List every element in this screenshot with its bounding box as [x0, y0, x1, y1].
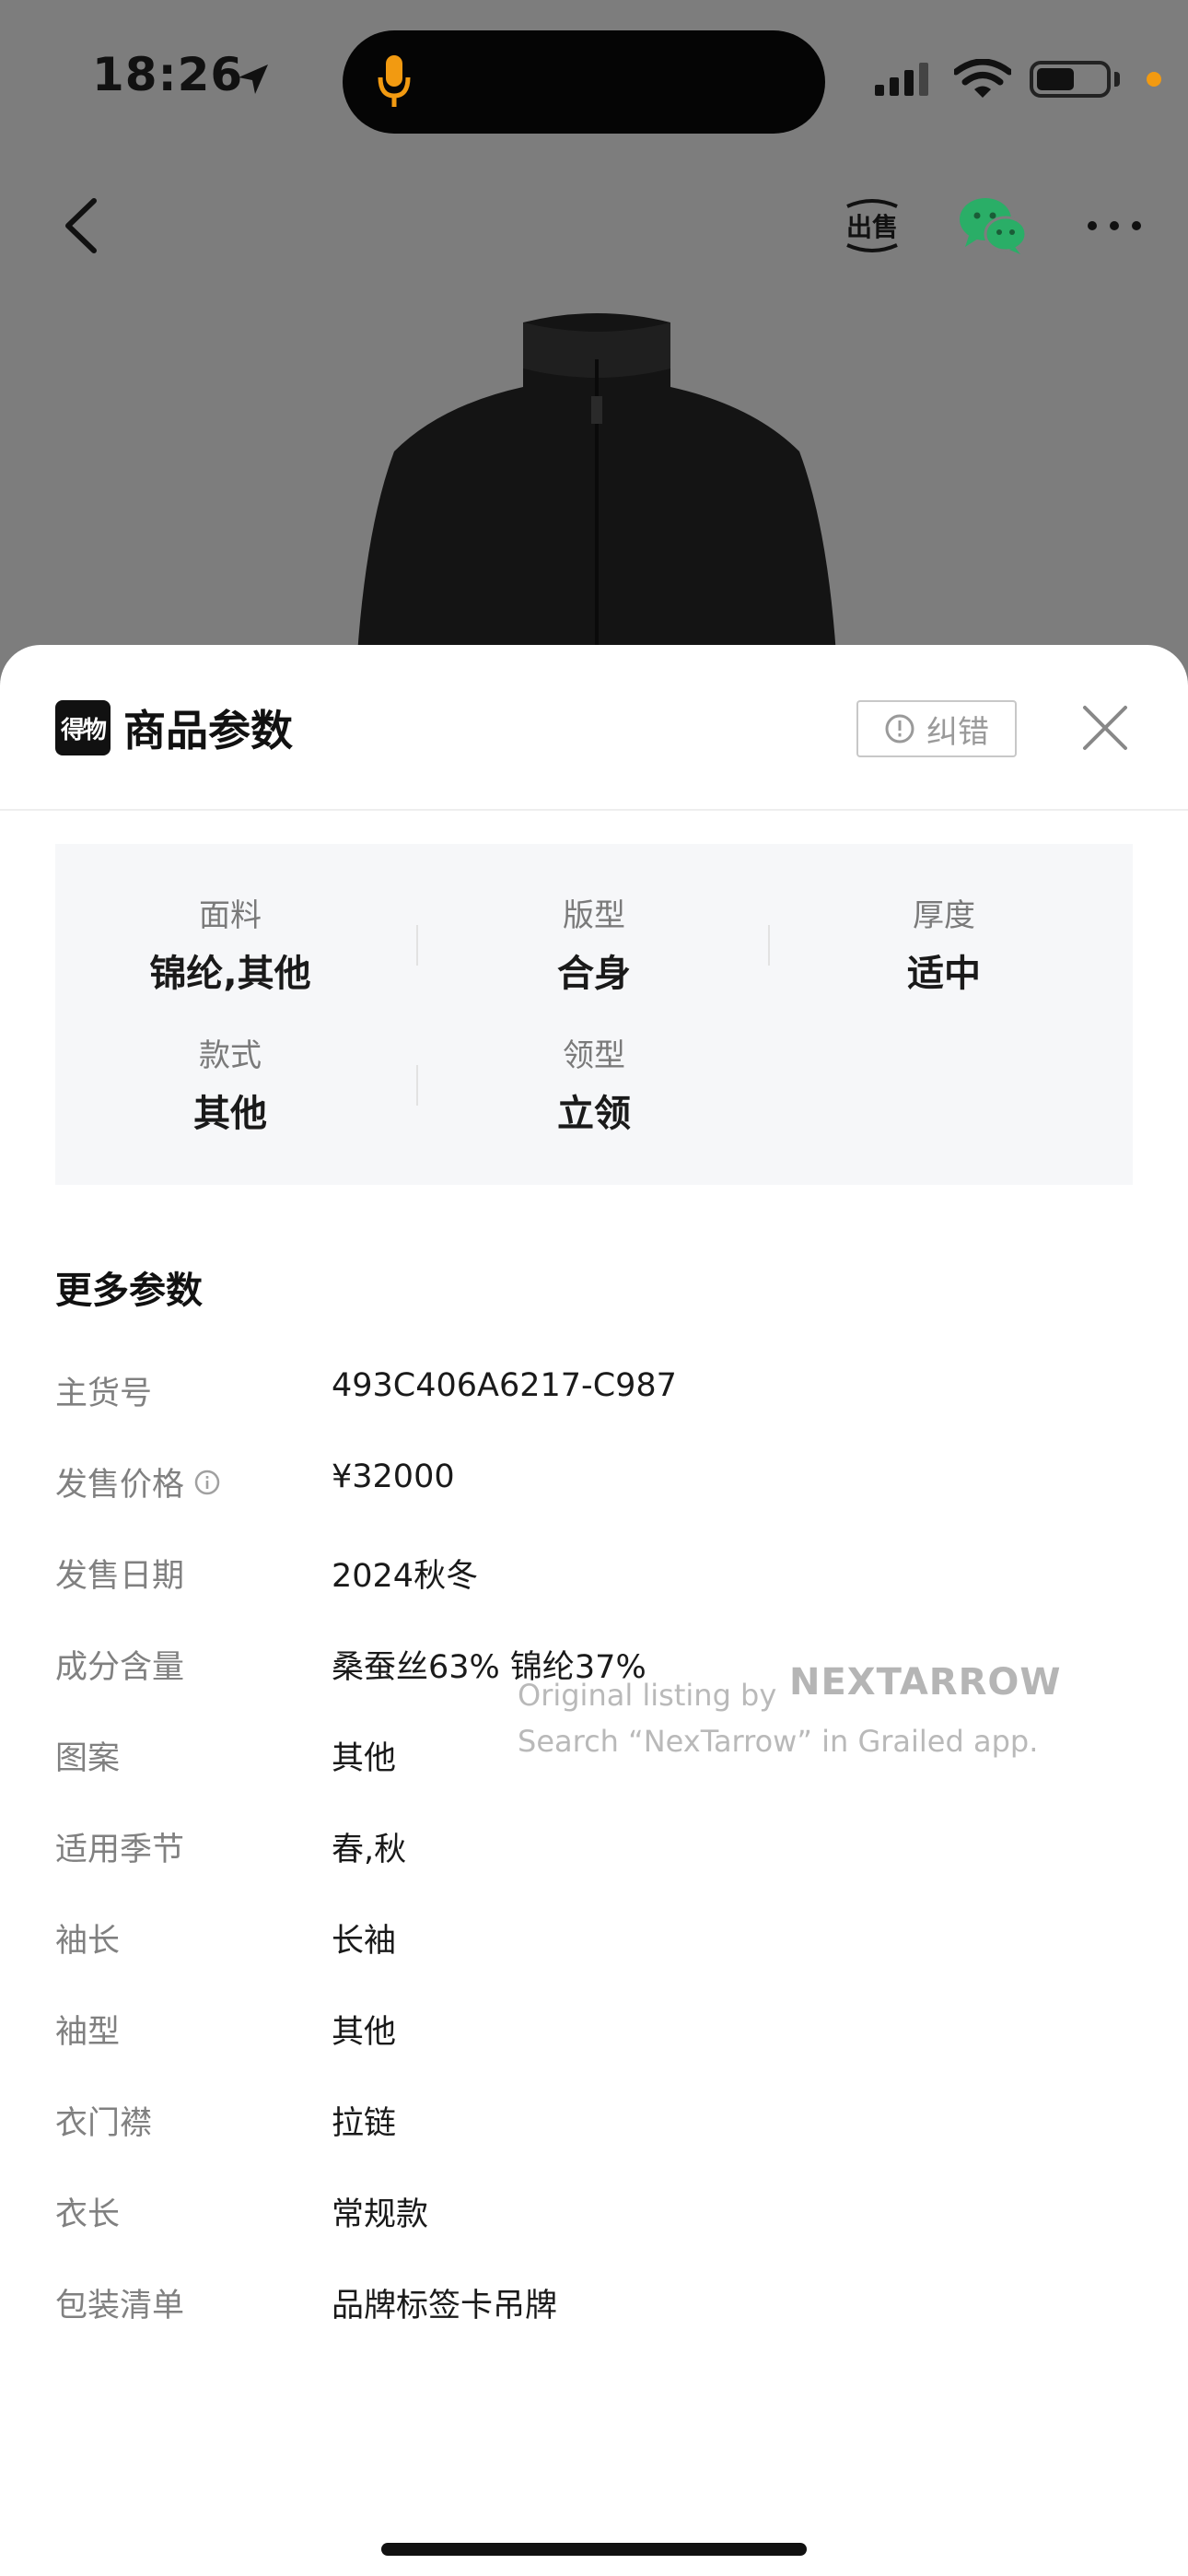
- row-value: 常规款: [332, 2196, 429, 2233]
- more-params-title: 更多参数: [55, 1270, 203, 1312]
- wifi-icon: [954, 59, 1011, 98]
- row-key: 包装清单: [55, 2288, 185, 2324]
- back-icon[interactable]: [55, 193, 111, 258]
- param-row: 适用季节 春,秋: [55, 1823, 1133, 1879]
- param-label: 面料: [199, 897, 262, 934]
- battery-icon: [1030, 61, 1111, 98]
- status-bar: 18:26: [0, 0, 1188, 157]
- sell-icon: 出售: [846, 199, 898, 252]
- param-value: 立领: [557, 1093, 631, 1135]
- row-key: 主货号: [55, 1376, 153, 1412]
- product-image-jacket: [357, 313, 836, 654]
- row-value: 493C406A6217-C987: [332, 1367, 677, 1404]
- row-value: 拉链: [332, 2105, 397, 2142]
- param-value: 锦纶,其他: [149, 953, 311, 995]
- sell-label: 出售: [846, 212, 898, 242]
- param-value: 适中: [907, 953, 981, 995]
- row-key: 衣门襟: [55, 2105, 153, 2142]
- brand-logo: 得物: [55, 700, 111, 755]
- grid-divider: [416, 1065, 418, 1106]
- privacy-indicator-dot: [1147, 72, 1161, 87]
- row-value: 2024秋冬: [332, 1558, 479, 1595]
- row-key: 发售日期: [55, 1558, 185, 1595]
- sheet-title: 商品参数: [123, 706, 293, 755]
- param-row: 袖型 其他: [55, 2006, 1133, 2061]
- close-icon[interactable]: [1079, 702, 1131, 754]
- alert-circle-icon: [885, 714, 914, 744]
- sell-button[interactable]: 出售: [840, 193, 904, 258]
- row-key: 适用季节: [55, 1832, 185, 1868]
- row-value: 其他: [332, 2014, 397, 2051]
- cellular-signal-icon: [875, 63, 928, 96]
- watermark-brand: NEXTARROW: [789, 1661, 1062, 1704]
- microphone-icon: [378, 55, 411, 107]
- param-row: 主货号 493C406A6217-C987: [55, 1367, 1133, 1423]
- row-key: 成分含量: [55, 1649, 185, 1686]
- row-value: ¥32000: [332, 1458, 455, 1495]
- param-label: 款式: [199, 1037, 262, 1074]
- row-value: 长袖: [332, 1923, 397, 1960]
- param-value: 合身: [557, 953, 631, 995]
- param-fit: 版型 合身: [419, 890, 769, 997]
- location-arrow-icon: [239, 64, 268, 94]
- wechat-share-icon[interactable]: [958, 195, 1028, 256]
- product-page-backdrop: 18:26 出售: [0, 0, 1188, 700]
- watermark-line2: Search “NexTarrow” in Grailed app.: [518, 1724, 1039, 1759]
- row-value: 品牌标签卡吊牌: [332, 2288, 558, 2324]
- param-row: 发售日期 2024秋冬: [55, 1550, 1133, 1605]
- param-label: 领型: [563, 1037, 625, 1074]
- row-key: 袖长: [55, 1923, 121, 1960]
- sheet-header: 得物 商品参数 纠错: [0, 645, 1188, 811]
- param-row: 袖长 长袖: [55, 1914, 1133, 1970]
- key-params-grid: 面料 锦纶,其他 版型 合身 厚度 适中 款式 其他 领型 立领: [55, 844, 1133, 1185]
- row-key: 图案: [55, 1740, 121, 1777]
- row-key: 袖型: [55, 2014, 121, 2051]
- status-time: 18:26: [92, 48, 244, 101]
- battery-cap: [1114, 72, 1120, 87]
- param-row: 发售价格 ¥32000: [55, 1458, 1133, 1514]
- product-params-sheet: 得物 商品参数 纠错 面料 锦纶,其他 版型 合身 厚度 适中 款式 其他 领型…: [0, 645, 1188, 2576]
- info-icon[interactable]: [193, 1469, 221, 1496]
- watermark-line1: Original listing by: [518, 1678, 777, 1713]
- dynamic-island: [343, 30, 825, 134]
- watermark: Original listing by NEXTARROW Search “Ne…: [518, 1662, 1061, 1762]
- param-label: 厚度: [913, 897, 975, 934]
- report-error-label: 纠错: [926, 713, 989, 751]
- param-row: 衣长 常规款: [55, 2188, 1133, 2243]
- grid-divider: [416, 925, 418, 966]
- param-label: 版型: [563, 897, 625, 934]
- row-key: 发售价格: [55, 1467, 185, 1504]
- row-key: 衣长: [55, 2196, 121, 2233]
- param-thickness: 厚度 适中: [769, 890, 1119, 997]
- row-value: 春,秋: [332, 1832, 407, 1868]
- param-fabric: 面料 锦纶,其他: [55, 890, 405, 997]
- param-value: 其他: [193, 1093, 267, 1135]
- param-style: 款式 其他: [55, 1030, 405, 1137]
- param-row: 包装清单 品牌标签卡吊牌: [55, 2279, 1133, 2335]
- report-error-button[interactable]: 纠错: [856, 700, 1017, 757]
- home-indicator[interactable]: [381, 2543, 807, 2556]
- param-row: 衣门襟 拉链: [55, 2097, 1133, 2152]
- more-options-icon[interactable]: [1085, 207, 1144, 244]
- param-collar: 领型 立领: [419, 1030, 769, 1137]
- row-value: 其他: [332, 1740, 397, 1777]
